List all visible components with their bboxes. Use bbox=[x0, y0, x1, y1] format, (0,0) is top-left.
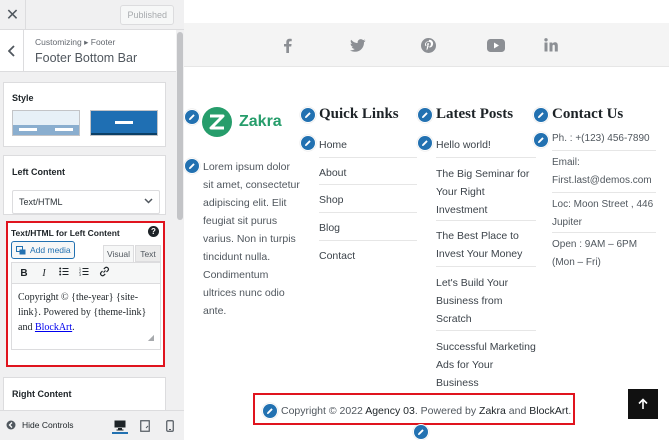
tab-visual[interactable]: Visual bbox=[103, 245, 134, 262]
copyright-mid: . Powered by bbox=[414, 405, 480, 417]
right-content-panel: Right Content bbox=[3, 377, 166, 410]
scroll-to-top-button[interactable] bbox=[628, 389, 658, 419]
about-text: Lorem ipsum dolor sit amet, consectetur … bbox=[203, 161, 300, 317]
italic-icon[interactable]: I bbox=[38, 268, 50, 279]
latest-posts-list: Hello world! The Big Seminar for Your Ri… bbox=[436, 136, 536, 389]
quick-link-about[interactable]: About bbox=[319, 158, 417, 185]
hide-controls-label: Hide Controls bbox=[22, 420, 74, 430]
post-link[interactable]: Successful Marketing Ads for Your Busine… bbox=[436, 331, 536, 389]
youtube-icon[interactable] bbox=[487, 36, 505, 54]
scrollbar-thumb[interactable] bbox=[177, 32, 183, 220]
quick-link-blog[interactable]: Blog bbox=[319, 213, 417, 241]
contact-list: Ph. : +(123) 456-7890 Email: First.last@… bbox=[552, 133, 656, 271]
mobile-preview-icon[interactable] bbox=[162, 418, 178, 434]
copyright-theme-link[interactable]: Zakra bbox=[479, 405, 506, 417]
edit-copyright-icon[interactable] bbox=[262, 403, 278, 419]
edit-about-icon[interactable] bbox=[184, 158, 200, 174]
social-bar bbox=[184, 23, 669, 67]
contact-email: Email: First.last@demos.com bbox=[552, 151, 656, 193]
copyright-plugin-link[interactable]: BlockArt bbox=[529, 405, 568, 417]
svg-text:3: 3 bbox=[79, 273, 81, 276]
section-header: Customizing ▸ Footer Footer Bottom Bar bbox=[0, 30, 176, 72]
help-icon[interactable]: ? bbox=[148, 226, 159, 237]
left-content-label: Left Content bbox=[12, 167, 65, 177]
edit-contact-list-icon[interactable] bbox=[533, 132, 549, 148]
twitter-icon[interactable] bbox=[349, 36, 367, 54]
left-content-panel: Left Content Text/HTML bbox=[3, 155, 166, 215]
post-link[interactable]: Hello world! bbox=[436, 136, 536, 158]
chevron-down-icon bbox=[144, 196, 153, 207]
brand-name: Zakra bbox=[239, 113, 282, 130]
contact-hours: Open : 9AM – 6PM (Mon – Fri) bbox=[552, 239, 638, 268]
tab-text[interactable]: Text bbox=[135, 245, 161, 262]
edit-logo-icon[interactable] bbox=[184, 109, 200, 125]
pinterest-icon[interactable] bbox=[419, 36, 437, 54]
tablet-preview-icon[interactable] bbox=[137, 418, 153, 434]
edit-latest-posts-icon[interactable] bbox=[417, 107, 433, 123]
quick-links-list: Home About Shop Blog Contact bbox=[319, 136, 417, 269]
style-option-2[interactable] bbox=[90, 110, 158, 136]
contact-location: Loc: Moon Street , 446 Jupiter bbox=[552, 193, 656, 233]
edit-contact-icon[interactable] bbox=[533, 107, 549, 123]
editor-content-link[interactable]: BlockArt bbox=[35, 322, 72, 333]
quick-link-shop[interactable]: Shop bbox=[319, 185, 417, 213]
site-logo[interactable]: Zakra bbox=[202, 107, 282, 137]
quick-links-title: Quick Links bbox=[319, 106, 399, 122]
add-media-button[interactable]: Add media bbox=[11, 241, 75, 259]
right-content-label: Right Content bbox=[12, 389, 72, 399]
left-content-editor-panel: Text/HTML for Left Content ? Add media V… bbox=[6, 221, 165, 367]
numbered-list-icon[interactable]: 123 bbox=[78, 267, 90, 279]
post-link[interactable]: The Big Seminar for Your Right Investmen… bbox=[436, 158, 536, 221]
facebook-icon[interactable] bbox=[278, 36, 296, 54]
latest-posts-title: Latest Posts bbox=[436, 106, 514, 122]
breadcrumb: Customizing ▸ Footer bbox=[35, 37, 116, 47]
link-icon[interactable] bbox=[98, 266, 110, 280]
edit-quick-links-menu-icon[interactable] bbox=[300, 135, 316, 151]
close-icon[interactable]: ✕ bbox=[0, 0, 26, 30]
back-icon[interactable] bbox=[0, 30, 24, 72]
customizer-footer: Hide Controls bbox=[0, 410, 184, 440]
quick-link-contact[interactable]: Contact bbox=[319, 241, 417, 269]
collapse-icon bbox=[6, 420, 16, 430]
customizer-topbar: ✕ Published bbox=[0, 0, 184, 30]
quick-link-home[interactable]: Home bbox=[319, 136, 417, 158]
edit-footer-right-icon[interactable] bbox=[413, 424, 429, 440]
left-content-select-value: Text/HTML bbox=[19, 197, 63, 207]
style-option-1[interactable] bbox=[12, 110, 80, 136]
section-title: Footer Bottom Bar bbox=[35, 51, 138, 65]
post-link[interactable]: Let's Build Your Business from Scratch bbox=[436, 267, 536, 331]
bullet-list-icon[interactable] bbox=[58, 267, 70, 279]
resize-handle-icon[interactable]: ◢ bbox=[148, 330, 154, 345]
copyright-text: Copyright © 2022 Agency 03. Powered by Z… bbox=[281, 405, 571, 417]
add-media-label: Add media bbox=[30, 245, 71, 255]
contact-title: Contact Us bbox=[552, 106, 624, 122]
contact-phone: Ph. : +(123) 456-7890 bbox=[552, 133, 656, 151]
desktop-preview-icon[interactable] bbox=[112, 418, 128, 434]
linkedin-icon[interactable] bbox=[542, 36, 560, 54]
sidebar-scrollbar[interactable] bbox=[176, 30, 184, 410]
copyright-prefix: Copyright © 2022 bbox=[281, 405, 366, 417]
editor-content-suffix: . bbox=[72, 322, 75, 333]
copyright-site-link[interactable]: Agency 03 bbox=[365, 405, 415, 417]
post-link[interactable]: The Best Place to Invest Your Money bbox=[436, 221, 536, 267]
copyright-and: and bbox=[505, 405, 530, 417]
arrow-up-icon bbox=[638, 398, 648, 409]
edit-quick-links-icon[interactable] bbox=[300, 107, 316, 123]
customizer-sidebar: ✕ Published Customizing ▸ Footer Footer … bbox=[0, 0, 184, 440]
copyright-end: . bbox=[568, 405, 572, 417]
left-content-select[interactable]: Text/HTML bbox=[12, 190, 160, 214]
bold-icon[interactable]: B bbox=[18, 268, 30, 279]
style-panel: Style bbox=[3, 82, 166, 147]
media-icon bbox=[16, 245, 26, 254]
edit-latest-posts-list-icon[interactable] bbox=[417, 135, 433, 151]
publish-button[interactable]: Published bbox=[120, 5, 174, 25]
style-label: Style bbox=[12, 93, 34, 103]
hide-controls-button[interactable]: Hide Controls bbox=[6, 420, 74, 430]
editor-textarea[interactable]: Copyright © {the-year} {site-link}. Powe… bbox=[11, 284, 161, 350]
zakra-logo-icon bbox=[202, 107, 232, 137]
editor-toolbar: B I 123 bbox=[11, 262, 161, 284]
editor-label: Text/HTML for Left Content bbox=[11, 228, 120, 238]
